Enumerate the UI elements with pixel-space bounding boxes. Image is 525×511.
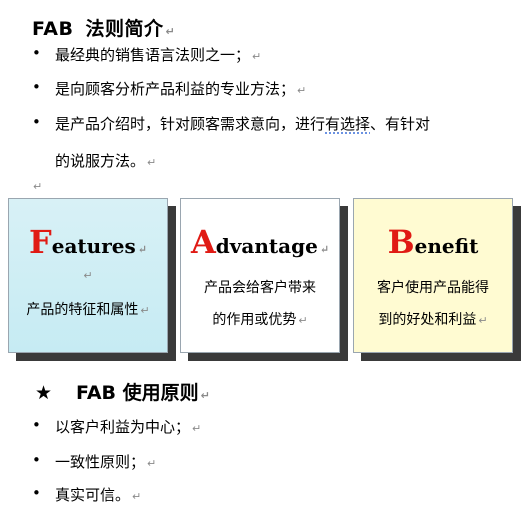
paragraph-mark-icon: ↵	[33, 180, 43, 193]
bullet-icon: •	[32, 451, 41, 469]
section-heading-fab-principles: ★ FAB 使用原则 ↵	[35, 378, 210, 405]
card-initial: F	[29, 223, 52, 261]
card-benefit: Benefit 客户使用产品能得 到的好处和利益 ↵	[353, 198, 521, 361]
card-face: Benefit 客户使用产品能得 到的好处和利益 ↵	[353, 198, 513, 353]
card-desc-text: 到的好处和利益	[378, 312, 477, 328]
paragraph-mark-icon: ↵	[132, 490, 142, 503]
card-desc-text: 客户使用产品能得	[377, 280, 489, 296]
paragraph-mark-icon: ↵	[298, 314, 308, 327]
paragraph-mark-icon: ↵	[140, 304, 150, 317]
paragraph-mark-icon: ↵	[297, 84, 307, 97]
bullet-icon: •	[32, 484, 41, 502]
bullet-icon: •	[32, 416, 41, 434]
card-initial: A	[190, 223, 216, 261]
bullet-continuation: 的说服方法。 ↵	[55, 150, 156, 171]
bullet-text: 以客户利益为中心；	[55, 418, 191, 436]
card-desc-line: 产品的特征和属性 ↵	[9, 299, 167, 319]
card-advantage: Advantage ↵ 产品会给客户带来 的作用或优势 ↵	[180, 198, 348, 361]
card-title: Features ↵	[9, 223, 167, 261]
card-initial: B	[387, 223, 415, 261]
paragraph-mark-icon: ↵	[192, 422, 202, 435]
card-face: Advantage ↵ 产品会给客户带来 的作用或优势 ↵	[180, 198, 340, 353]
continuation-text: 的说服方法。	[55, 152, 146, 170]
paragraph-mark-icon: ↵	[319, 243, 330, 256]
card-face: Features ↵ ↵ 产品的特征和属性 ↵	[8, 198, 168, 353]
paragraph-mark-icon: ↵	[478, 314, 488, 327]
heading-text: FAB 使用原则	[76, 382, 199, 404]
paragraph-mark-icon: ↵	[147, 457, 157, 470]
bullet-text-underlined: 有选择	[325, 115, 371, 133]
bullet-text: 、有针对	[370, 115, 431, 133]
bullet-text: 是产品介绍时，针对顾客需求意向，进行	[55, 115, 326, 133]
paragraph-mark-icon: ↵	[200, 389, 210, 402]
card-desc-line: 到的好处和利益 ↵	[354, 309, 512, 329]
card-desc-text: 产品会给客户带来	[204, 280, 316, 296]
section-heading-fab-intro: FAB 法则简介 ↵	[32, 14, 175, 41]
paragraph-mark-icon: ↵	[83, 269, 93, 282]
heading-cjk: 法则简介	[85, 18, 164, 40]
card-desc-text: 的作用或优势	[212, 312, 297, 328]
heading-latin: FAB	[32, 18, 74, 40]
card-title: Advantage ↵	[181, 223, 339, 261]
bullet-icon: •	[32, 113, 41, 131]
paragraph-mark-icon: ↵	[252, 50, 262, 63]
paragraph-mark-icon: ↵	[147, 156, 157, 169]
card-desc-line: 客户使用产品能得	[354, 277, 512, 297]
paragraph-mark-icon: ↵	[165, 25, 176, 38]
card-features: Features ↵ ↵ 产品的特征和属性 ↵	[8, 198, 176, 361]
bullet-text: 一致性原则；	[55, 453, 146, 471]
card-desc-text: 产品的特征和属性	[26, 302, 139, 318]
paragraph-mark-icon: ↵	[137, 243, 147, 256]
bullet-text: 是向顾客分析产品利益的专业方法；	[55, 80, 296, 98]
card-title: Benefit	[354, 223, 512, 261]
card-title-rest: enefit	[414, 234, 479, 258]
bullet-text: 最经典的销售语言法则之一；	[55, 46, 251, 64]
card-desc-line: 的作用或优势 ↵	[181, 309, 339, 329]
bullet-icon: •	[32, 44, 41, 62]
bullet-text: 真实可信。	[55, 486, 131, 504]
card-desc-line: 产品会给客户带来	[181, 277, 339, 297]
card-title-rest: eatures	[51, 234, 136, 258]
bullet-icon: •	[32, 78, 41, 96]
card-title-rest: dvantage	[215, 234, 318, 258]
star-icon: ★	[35, 382, 53, 404]
